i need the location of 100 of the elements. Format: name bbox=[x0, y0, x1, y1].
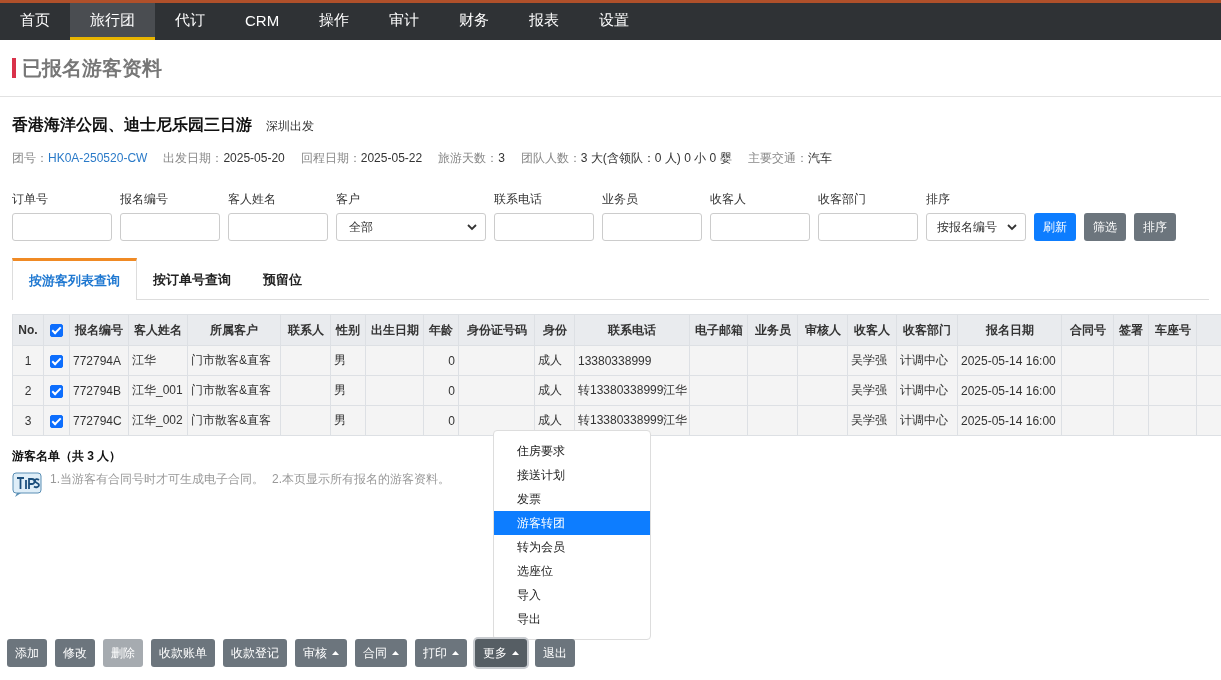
nav-tab[interactable]: 旅行团 bbox=[70, 3, 155, 40]
table-cell: 1 bbox=[12, 345, 44, 376]
column-header: 审核人 bbox=[797, 314, 848, 346]
table-cell: 772794B bbox=[69, 375, 129, 406]
action-button[interactable]: 收款账单 bbox=[151, 639, 215, 667]
refresh-button[interactable]: 刷新 bbox=[1034, 213, 1076, 241]
table-cell: 计调中心 bbox=[896, 345, 958, 376]
info-label: 主要交通： bbox=[747, 151, 808, 165]
column-header: 身份证号码 bbox=[458, 314, 535, 346]
table-cell: 2025-05-14 16:00 bbox=[957, 405, 1062, 436]
column-header: 车座号 bbox=[1148, 314, 1197, 346]
column-header: 性别 bbox=[330, 314, 366, 346]
action-button[interactable]: 修改 bbox=[55, 639, 95, 667]
table-cell: 江华_002 bbox=[128, 405, 188, 436]
tab[interactable]: 按订单号查询 bbox=[137, 258, 247, 299]
action-button[interactable]: 退出 bbox=[535, 639, 575, 667]
filter-label: 报名编号 bbox=[120, 191, 169, 207]
nav-tab[interactable]: CRM bbox=[225, 3, 300, 40]
table-cell: 13380338999 bbox=[574, 345, 690, 376]
input-field[interactable] bbox=[602, 213, 702, 241]
action-button[interactable]: 合同 bbox=[355, 639, 407, 667]
table-cell: 计调中心 bbox=[896, 405, 958, 436]
caret-icon bbox=[512, 651, 519, 655]
nav-tab[interactable]: 财务 bbox=[439, 3, 510, 40]
action-button[interactable]: 排序 bbox=[1134, 213, 1176, 241]
filter-label: 订单号 bbox=[12, 191, 49, 207]
caret-icon bbox=[452, 651, 459, 655]
table-cell: 2025-05-14 16:00 bbox=[957, 345, 1062, 376]
table-cell: 门市散客&直客 bbox=[187, 375, 281, 406]
checkbox[interactable] bbox=[50, 354, 63, 368]
menu-item[interactable]: 转为会员 bbox=[494, 535, 650, 559]
dropdown-field[interactable]: 全部 bbox=[336, 213, 486, 241]
checkbox[interactable] bbox=[50, 414, 63, 428]
menu-item[interactable]: 导出 bbox=[494, 607, 650, 631]
nav-tab[interactable]: 报表 bbox=[509, 3, 580, 40]
table-cell: 2 bbox=[12, 375, 44, 406]
column-header: 收客人 bbox=[847, 314, 897, 346]
page-title: 已报名游客资料 bbox=[22, 55, 162, 81]
column-header: 签署 bbox=[1113, 314, 1149, 346]
menu-item[interactable]: 接送计划 bbox=[494, 463, 650, 487]
action-button[interactable]: 收款登记 bbox=[223, 639, 287, 667]
table-cell: 772794A bbox=[69, 345, 129, 376]
filter-label: 业务员 bbox=[602, 191, 639, 207]
filter-label: 收客人 bbox=[710, 191, 747, 207]
info-value: 2025-05-22 bbox=[360, 151, 423, 165]
info-value: 3 大(含领队：0 人) 0 小 0 婴 bbox=[580, 151, 732, 165]
action-button[interactable]: 打印 bbox=[415, 639, 467, 667]
filter-label: 收客部门 bbox=[818, 191, 867, 207]
info-link[interactable]: HK0A-250520-CW bbox=[48, 151, 148, 165]
dropdown-field[interactable]: 按报名编号 bbox=[926, 213, 1026, 241]
nav-tab[interactable]: 首页 bbox=[0, 3, 70, 40]
input-field[interactable] bbox=[12, 213, 112, 241]
column-header: 报名日期 bbox=[957, 314, 1062, 346]
menu-item[interactable]: 发票 bbox=[494, 487, 650, 511]
nav-tab[interactable]: 设置 bbox=[579, 3, 650, 40]
input-field[interactable] bbox=[710, 213, 810, 241]
column-header: 联系人 bbox=[280, 314, 331, 346]
action-button[interactable]: 添加 bbox=[7, 639, 47, 667]
table-cell: 2025-05-14 16:00 bbox=[957, 375, 1062, 406]
menu-item[interactable]: 住房要求 bbox=[494, 439, 650, 463]
column-header: 出生日期 bbox=[365, 314, 424, 346]
action-button[interactable]: 审核 bbox=[295, 639, 347, 667]
chevron-down-icon bbox=[1007, 223, 1017, 231]
input-field[interactable] bbox=[494, 213, 594, 241]
menu-item[interactable]: 游客转团 bbox=[494, 511, 650, 535]
filter-label: 联系电话 bbox=[494, 191, 543, 207]
nav-tab[interactable]: 代订 bbox=[155, 3, 225, 40]
column-header: 电子邮箱 bbox=[689, 314, 748, 346]
info-label: 团队人数： bbox=[520, 151, 581, 165]
tab[interactable]: 按游客列表查询 bbox=[12, 258, 137, 300]
column-header: No. bbox=[12, 314, 44, 346]
nav-tab[interactable]: 操作 bbox=[299, 3, 370, 40]
action-button[interactable]: 筛选 bbox=[1084, 213, 1126, 241]
table-cell: 门市散客&直客 bbox=[187, 405, 281, 436]
column-header: 身份 bbox=[534, 314, 575, 346]
menu-item[interactable]: 选座位 bbox=[494, 559, 650, 583]
info-label: 旅游天数： bbox=[438, 151, 499, 165]
input-field[interactable] bbox=[120, 213, 220, 241]
input-field[interactable] bbox=[818, 213, 918, 241]
action-button[interactable]: 更多 bbox=[475, 639, 527, 667]
checkbox[interactable] bbox=[50, 384, 63, 398]
nav-tab[interactable]: 审计 bbox=[369, 3, 440, 40]
checkbox[interactable] bbox=[50, 324, 63, 338]
column-header: 报名编号 bbox=[69, 314, 129, 346]
column-header: 业务员 bbox=[747, 314, 798, 346]
filter-label: 客人姓名 bbox=[228, 191, 277, 207]
column-header: 联系电话 bbox=[574, 314, 690, 346]
tips-icon bbox=[12, 471, 42, 497]
title-accent-bar bbox=[12, 58, 16, 78]
column-header: 收客部门 bbox=[896, 314, 958, 346]
column-header: 年龄 bbox=[423, 314, 459, 346]
tab[interactable]: 预留位 bbox=[247, 258, 318, 299]
info-value: 2025-05-20 bbox=[223, 151, 285, 165]
info-label: 团号： bbox=[12, 151, 48, 165]
menu-item[interactable]: 导入 bbox=[494, 583, 650, 607]
input-field[interactable] bbox=[228, 213, 328, 241]
caret-icon bbox=[392, 651, 399, 655]
column-header: 所属客户 bbox=[187, 314, 281, 346]
table-cell: 计调中心 bbox=[896, 375, 958, 406]
departure-note: 深圳出发 bbox=[266, 118, 314, 135]
